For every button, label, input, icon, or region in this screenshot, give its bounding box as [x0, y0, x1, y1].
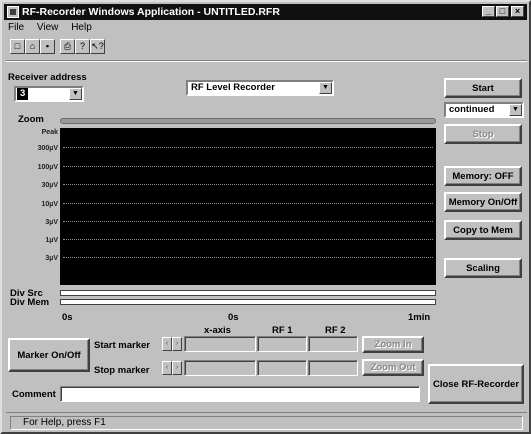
- receiver-address-value: 3: [17, 88, 29, 100]
- y-axis-label: 10µV: [41, 201, 59, 208]
- zoom-label: Zoom: [18, 114, 44, 125]
- stop-marker-x-field: [184, 360, 256, 376]
- rf-level-plot[interactable]: [60, 128, 436, 285]
- grid-line: [63, 239, 433, 240]
- start-button[interactable]: Start: [444, 78, 522, 98]
- comment-input[interactable]: [60, 386, 420, 402]
- stop-marker-rf1-field: [257, 360, 307, 376]
- scaling-button[interactable]: Scaling: [444, 258, 522, 278]
- y-axis-label: 100µV: [37, 164, 58, 171]
- open-folder-icon[interactable]: ⌂: [25, 39, 40, 54]
- zoom-scrollbar[interactable]: [60, 118, 436, 124]
- mode-select[interactable]: RF Level Recorder ▼: [186, 80, 334, 96]
- grid-line: [63, 166, 433, 167]
- save-icon[interactable]: ▪: [40, 39, 55, 54]
- comment-label: Comment: [12, 389, 56, 400]
- minimize-button[interactable]: _: [482, 6, 495, 17]
- div-src-track[interactable]: [60, 290, 436, 296]
- toolbar: □ ⌂ ▪ ⎙ ? ↖?: [10, 39, 105, 59]
- start-marker-left-arrow[interactable]: ‹: [162, 337, 172, 351]
- close-recorder-button[interactable]: Close RF-Recorder: [428, 364, 524, 404]
- start-marker-rf1-field: [257, 336, 307, 352]
- memory-status-button[interactable]: Memory: OFF: [444, 166, 522, 186]
- y-axis-label: 3µV: [45, 255, 58, 262]
- app-icon[interactable]: [7, 6, 19, 18]
- div-mem-label: Div Mem: [10, 297, 50, 308]
- print-icon[interactable]: ⎙: [60, 39, 75, 54]
- zoom-in-button[interactable]: Zoom In: [362, 336, 424, 353]
- window-title: RF-Recorder Windows Application - UNTITL…: [22, 6, 280, 18]
- y-axis-label: 30µV: [41, 182, 59, 189]
- marker-col-rf2: RF 2: [325, 325, 346, 336]
- receiver-address-select[interactable]: 3 ▼: [14, 86, 84, 102]
- grid-line: [63, 221, 433, 222]
- start-marker-x-field: [184, 336, 256, 352]
- menu-bar: File View Help: [8, 22, 102, 36]
- y-axis-label: 1µV: [45, 237, 58, 244]
- grid-line: [63, 203, 433, 204]
- div-mem-track[interactable]: [60, 299, 436, 305]
- y-axis-label: 300µV: [37, 145, 58, 152]
- stop-marker-left-arrow[interactable]: ‹: [162, 361, 172, 375]
- receiver-address-label: Receiver address: [8, 72, 87, 83]
- mode-select-value: RF Level Recorder: [191, 82, 275, 93]
- x-axis-left-label: 0s: [62, 312, 73, 323]
- start-marker-label: Start marker: [94, 340, 150, 351]
- run-mode-value: continued: [449, 104, 495, 115]
- chevron-down-icon[interactable]: ▼: [319, 82, 332, 94]
- about-icon[interactable]: ?: [75, 39, 90, 54]
- memory-toggle-button[interactable]: Memory On/Off: [444, 192, 522, 212]
- marker-col-rf1: RF 1: [272, 325, 293, 336]
- grid-line: [63, 147, 433, 148]
- close-window-button[interactable]: ×: [511, 6, 524, 17]
- y-axis-label: Peak: [41, 129, 58, 136]
- maximize-button[interactable]: □: [496, 6, 509, 17]
- status-text: For Help, press F1: [10, 416, 523, 430]
- zoom-out-button[interactable]: Zoom Out: [362, 359, 424, 376]
- chevron-down-icon[interactable]: ▼: [69, 88, 82, 100]
- menu-view[interactable]: View: [37, 22, 59, 33]
- toolbar-divider: [6, 60, 527, 62]
- context-help-icon[interactable]: ↖?: [90, 39, 105, 54]
- title-bar[interactable]: RF-Recorder Windows Application - UNTITL…: [4, 4, 527, 20]
- marker-toggle-button[interactable]: Marker On/Off: [8, 338, 90, 372]
- x-axis-right-label: 1min: [408, 312, 431, 323]
- copy-to-mem-button[interactable]: Copy to Mem: [444, 220, 522, 240]
- y-axis-label: 3µV: [45, 219, 58, 226]
- menu-help[interactable]: Help: [71, 22, 92, 33]
- marker-col-x-axis: x-axis: [204, 325, 231, 336]
- app-window: RF-Recorder Windows Application - UNTITL…: [0, 0, 531, 434]
- x-axis-mid-label: 0s: [228, 312, 239, 323]
- new-file-icon[interactable]: □: [10, 39, 25, 54]
- stop-marker-right-arrow[interactable]: ›: [172, 361, 182, 375]
- start-marker-right-arrow[interactable]: ›: [172, 337, 182, 351]
- stop-marker-rf2-field: [308, 360, 358, 376]
- stop-marker-label: Stop marker: [94, 365, 150, 376]
- stop-button[interactable]: Stop: [444, 124, 522, 144]
- start-marker-rf2-field: [308, 336, 358, 352]
- status-bar: For Help, press F1: [6, 412, 527, 430]
- menu-file[interactable]: File: [8, 22, 24, 33]
- run-mode-select[interactable]: continued ▼: [444, 102, 524, 118]
- grid-line: [63, 184, 433, 185]
- chevron-down-icon[interactable]: ▼: [509, 104, 522, 116]
- grid-line: [63, 257, 433, 258]
